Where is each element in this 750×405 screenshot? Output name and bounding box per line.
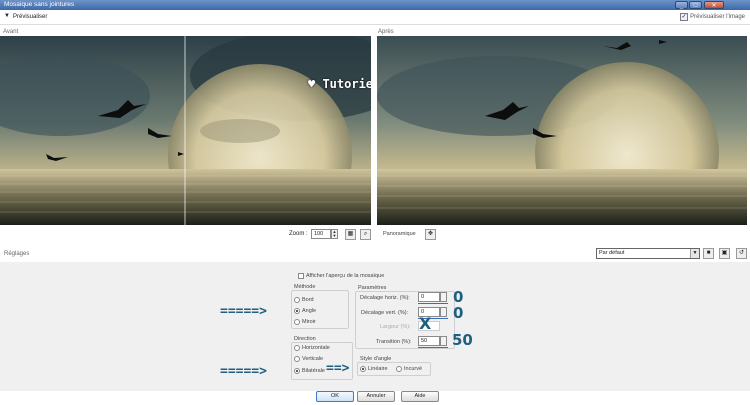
annotation-fifty-transition: 50 — [452, 331, 473, 349]
show-mosaic-label: Afficher l'aperçu de la mosaïque — [306, 273, 385, 279]
zoom-label: Zoom : — [289, 231, 308, 237]
before-label: Avant — [3, 29, 19, 35]
radio-incurve-label: Incurvé — [404, 366, 423, 372]
preview-image-label: Prévisualiser l'image — [690, 14, 745, 20]
watermark-text: ♥ Tutoriel by Sweety ♥ — [308, 77, 371, 91]
preview-toolbar: ▼ Prévisualiser ✓ Prévisualiser l'image — [0, 10, 750, 25]
preview-label: Prévisualiser — [13, 14, 48, 20]
decalage-vert-label: Décalage vert. (%): — [361, 310, 409, 316]
help-button[interactable]: Aide — [401, 391, 439, 402]
radio-bilaterale[interactable] — [294, 368, 300, 374]
radio-miroir[interactable] — [294, 319, 300, 325]
preset-value: Par défaut — [599, 250, 625, 256]
radio-lineaire[interactable] — [360, 366, 366, 372]
cancel-button[interactable]: Annuler — [357, 391, 395, 402]
radio-verticale-label: Verticale — [302, 356, 324, 362]
largeur-label: Largeur (%): — [380, 324, 411, 330]
radio-angle[interactable] — [294, 308, 300, 314]
minimize-button[interactable]: _ — [675, 1, 688, 9]
annotation-arrow-angle: =====> — [220, 304, 267, 319]
radio-angle-label: Angle — [302, 308, 317, 314]
after-preview-graphic — [377, 36, 747, 225]
pan-label: Panoramique — [383, 231, 416, 237]
collapse-arrow-icon[interactable]: ▼ — [4, 13, 10, 19]
radio-verticale[interactable] — [294, 356, 300, 362]
before-preview-image[interactable]: ♥ Tutoriel by Sweety ♥ — [0, 36, 371, 225]
after-label: Après — [378, 29, 394, 35]
chevron-down-icon[interactable]: ▼ — [690, 249, 699, 258]
transition-label: Transition (%): — [376, 339, 412, 345]
preview-image-checkbox[interactable]: ✓ — [680, 13, 688, 21]
after-preview-image[interactable] — [377, 36, 747, 225]
save-preset-button[interactable]: ■ — [703, 248, 714, 259]
ok-button[interactable]: OK — [316, 391, 354, 402]
settings-title: Réglages — [4, 251, 30, 257]
before-preview-graphic — [0, 36, 371, 225]
zoom-fit-button[interactable]: ▦ — [345, 229, 356, 240]
decalage-horiz-label: Décalage horiz. (%): — [360, 295, 410, 301]
annotation-zero-vert: 0 — [453, 304, 464, 322]
radio-horizontale-label: Horizontale — [302, 345, 330, 351]
decalage-horiz-input[interactable]: 0 — [418, 292, 440, 302]
show-mosaic-checkbox[interactable] — [298, 273, 304, 279]
radio-horizontale[interactable] — [294, 345, 300, 351]
zoom-input[interactable]: 100 — [311, 229, 331, 239]
radio-miroir-label: Miroir — [302, 319, 316, 325]
window-title: Mosaique sans jointures — [4, 1, 75, 8]
pan-button[interactable]: ✥ — [425, 229, 436, 240]
zoom-tool-button[interactable]: ⌕ — [360, 229, 371, 240]
decalage-vert-spinner[interactable] — [440, 307, 447, 317]
title-bar: Mosaique sans jointures _ □ ✕ — [0, 0, 750, 10]
annotation-arrow-bilaterale: =====> — [220, 364, 267, 379]
decalage-horiz-spinner[interactable] — [440, 292, 447, 302]
transition-input[interactable]: 50 — [418, 336, 440, 346]
radio-incurve[interactable] — [396, 366, 402, 372]
close-button[interactable]: ✕ — [704, 1, 724, 9]
annotation-arrow-lineaire: ==> — [326, 361, 350, 376]
decalage-horiz-slider[interactable] — [418, 303, 448, 304]
zoom-bar: Zoom : 100 ▲ ▼ ▦ ⌕ Panoramique ✥ — [0, 228, 750, 242]
reset-button[interactable]: ↺ — [736, 248, 747, 259]
radio-lineaire-label: Linéaire — [368, 366, 388, 372]
radio-bilaterale-label: Bilatérale — [302, 368, 325, 374]
spin-down-icon[interactable]: ▼ — [333, 233, 337, 238]
radio-bord[interactable] — [294, 297, 300, 303]
settings-bar: Réglages Par défaut ▼ ■ ▣ ↺ — [0, 246, 750, 262]
transition-spinner[interactable] — [440, 336, 447, 346]
transition-slider[interactable] — [418, 347, 448, 348]
annotation-cross-largeur: X — [419, 314, 432, 333]
zoom-spinner[interactable]: ▲ ▼ — [331, 229, 338, 239]
preset-select[interactable]: Par défaut ▼ — [596, 248, 700, 259]
annotation-zero-horiz: 0 — [453, 288, 464, 306]
maximize-button[interactable]: □ — [689, 1, 702, 9]
radio-bord-label: Bord — [302, 297, 314, 303]
delete-preset-button[interactable]: ▣ — [719, 248, 730, 259]
